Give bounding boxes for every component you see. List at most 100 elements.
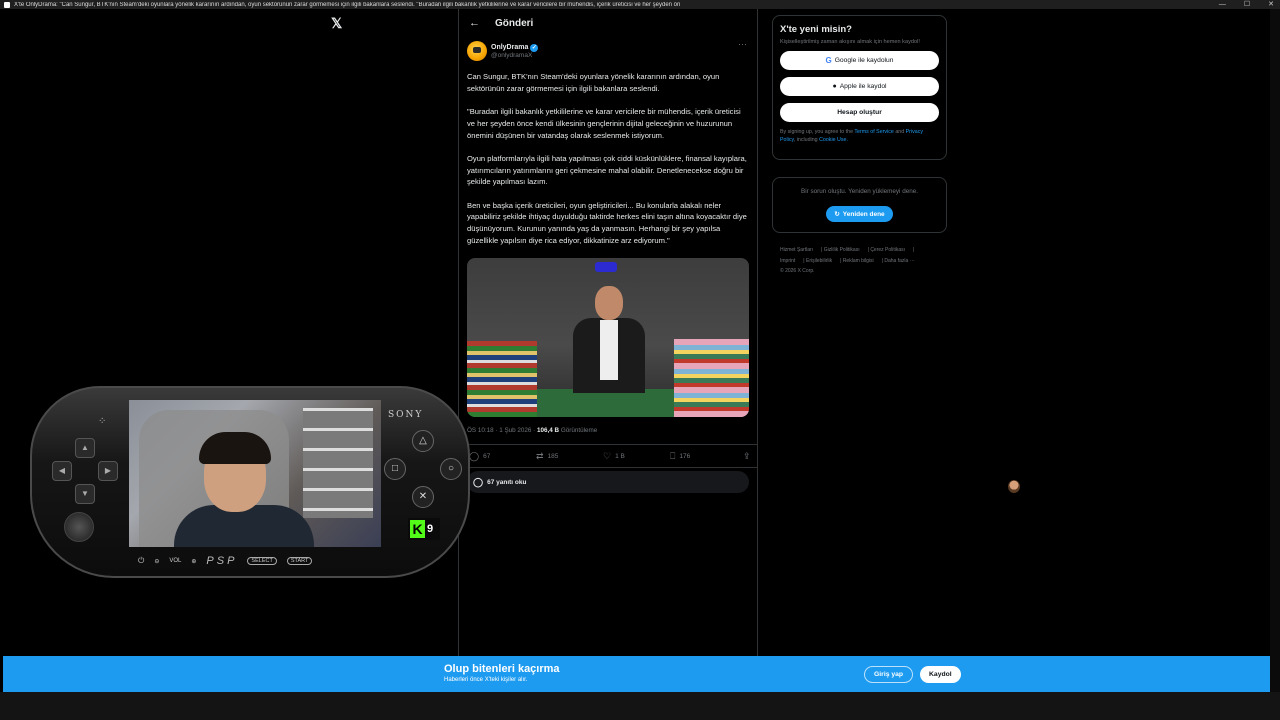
back-arrow-icon[interactable]: ← bbox=[469, 17, 495, 29]
page-title: Gönderi bbox=[495, 17, 534, 29]
psp-logo: PSP bbox=[206, 555, 238, 567]
retry-button[interactable]: ↻ Yeniden dene bbox=[826, 206, 893, 222]
footer-link[interactable]: Çerez Politikası bbox=[870, 247, 905, 253]
reply-count: 67 bbox=[483, 452, 491, 460]
small-face-sticker bbox=[1008, 480, 1020, 493]
heart-icon: ♡ bbox=[603, 450, 612, 461]
reply-icon: ◯ bbox=[469, 450, 480, 461]
google-signup-button[interactable]: G Google ile kaydolun bbox=[780, 51, 939, 70]
bookmark-icon: ⎕ bbox=[670, 450, 676, 461]
bookmark-button[interactable]: ⎕ 176 bbox=[670, 451, 737, 462]
read-replies-label: 67 yanıtı oku bbox=[487, 478, 527, 486]
tweet-author: OnlyDrama ✓ @onlydramaX ··· bbox=[459, 37, 757, 61]
kick-logo-icon: K bbox=[410, 520, 425, 538]
legal-text: , including bbox=[793, 136, 820, 143]
dpad-right-icon: ▶ bbox=[98, 461, 118, 481]
google-icon: G bbox=[825, 56, 832, 65]
create-account-button[interactable]: Hesap oluştur bbox=[780, 103, 939, 122]
reply-button[interactable]: ◯ 67 bbox=[469, 451, 536, 462]
main-column: ← Gönderi OnlyDrama ✓ @onlydramaX ··· Ca… bbox=[458, 9, 758, 657]
psp-analog-stick bbox=[64, 512, 94, 542]
terms-link[interactable]: Terms of Service bbox=[854, 129, 893, 135]
share-button[interactable]: ⇪ bbox=[743, 451, 751, 462]
error-message: Bir sorun oluştu. Yeniden yüklemeyi dene… bbox=[801, 188, 918, 195]
legal-text: and bbox=[893, 129, 906, 135]
signup-card: X'te yeni misin? Kişiselleştirilmiş zama… bbox=[772, 15, 947, 160]
verified-badge-icon: ✓ bbox=[530, 43, 539, 52]
signup-title: X'te yeni misin? bbox=[780, 24, 852, 35]
square-button-icon: □ bbox=[384, 458, 406, 480]
author-avatar[interactable] bbox=[467, 41, 487, 61]
kick-badge: K 9 bbox=[408, 518, 440, 540]
login-button[interactable]: Giriş yap bbox=[864, 666, 914, 683]
psp-vol-label: VOL bbox=[169, 558, 182, 564]
bookmark-count: 176 bbox=[679, 452, 691, 460]
minimize-button[interactable]: — bbox=[1219, 0, 1226, 9]
webcam-person-torso bbox=[174, 505, 314, 547]
video-lamp bbox=[595, 262, 617, 273]
close-window-button[interactable]: ✕ bbox=[1268, 0, 1274, 9]
signup-button[interactable]: Kaydol bbox=[920, 666, 961, 683]
psp-face-buttons: △ □ ○ ✕ bbox=[384, 430, 462, 508]
footer-link[interactable]: Imprint bbox=[780, 258, 795, 264]
cookie-link[interactable]: Cookie Use. bbox=[819, 137, 848, 143]
x-logo-icon[interactable]: 𝕏 bbox=[331, 16, 345, 30]
legal-text: By signing up, you agree to the bbox=[780, 129, 855, 135]
retry-label: Yeniden dene bbox=[842, 210, 885, 218]
tweet-time[interactable]: ÖS 10:18 · 1 Şub 2026 · bbox=[467, 427, 537, 434]
video-person-shirt bbox=[600, 320, 618, 381]
speech-bubble-icon: ◯ bbox=[473, 476, 484, 487]
scrollbar[interactable] bbox=[1270, 9, 1280, 692]
copyright: © 2026 X Corp. bbox=[780, 268, 815, 274]
footer-link[interactable]: Gizlilik Politikası bbox=[824, 247, 860, 253]
author-handle[interactable]: @onlydramaX bbox=[491, 52, 538, 59]
window-title-bar: X'te OnlyDrama: "Can Sungur, BTK'nın Ste… bbox=[0, 0, 1280, 9]
psp-bottom-controls: ⏻ ⊖ VOL ⊕ PSP SELECT START bbox=[128, 552, 380, 570]
tweet-timestamp: ÖS 10:18 · 1 Şub 2026 · 106,4 B Görüntül… bbox=[459, 417, 757, 434]
read-replies-button[interactable]: ◯ 67 yanıtı oku bbox=[467, 471, 749, 494]
footer-link[interactable]: Reklam bilgisi bbox=[843, 258, 874, 264]
tweet-paragraph: Oyun platformlarıyla ilgili hata yapılma… bbox=[467, 153, 747, 187]
x-app-icon bbox=[4, 1, 10, 8]
like-count: 1 B bbox=[615, 452, 625, 460]
repost-button[interactable]: ⇄ 185 bbox=[536, 451, 603, 462]
repost-icon: ⇄ bbox=[536, 450, 544, 461]
apple-signup-button[interactable]: ● Apple ile kaydol bbox=[780, 77, 939, 96]
post-header: ← Gönderi bbox=[459, 9, 757, 37]
video-table bbox=[537, 389, 674, 418]
psp-start-label: START bbox=[286, 557, 313, 565]
footer-link[interactable]: Daha fazla ··· bbox=[884, 258, 914, 264]
signup-legal-text: By signing up, you agree to the Terms of… bbox=[780, 129, 939, 144]
footer-link[interactable]: Erişilebilirlik bbox=[806, 258, 832, 264]
taskbar-strip bbox=[0, 692, 1280, 720]
psp-home-icon: ⁘ bbox=[98, 416, 107, 427]
more-options-icon[interactable]: ··· bbox=[738, 39, 747, 49]
video-person-head bbox=[595, 286, 623, 321]
circle-button-icon: ○ bbox=[440, 458, 462, 480]
author-name-row[interactable]: OnlyDrama ✓ bbox=[491, 43, 539, 52]
psp-select-label: SELECT bbox=[247, 557, 277, 565]
tweet-video-thumbnail[interactable] bbox=[467, 258, 749, 418]
signup-subtitle: Kişiselleştirilmiş zaman akışını almak i… bbox=[780, 39, 920, 45]
video-books-left bbox=[467, 341, 537, 418]
refresh-icon: ↻ bbox=[834, 211, 840, 218]
video-books-right bbox=[674, 339, 749, 418]
dpad-up-icon: ▲ bbox=[75, 438, 95, 458]
banner-subtitle: Haberleri önce X'teki kişiler alır. bbox=[444, 677, 528, 683]
dpad-down-icon: ▼ bbox=[75, 484, 95, 504]
psp-webcam-overlay: K 9 SONY ⁘ ▲ ◀ ▶ ▼ △ □ ○ ✕ ⏻ ⊖ VOL ⊕ PSP… bbox=[30, 386, 470, 578]
maximize-button[interactable]: ☐ bbox=[1244, 0, 1250, 9]
volume-plus-icon: ⊕ bbox=[191, 558, 197, 565]
tweet-actions: ◯ 67 ⇄ 185 ♡ 1 B ⎕ 176 ⇪ bbox=[459, 444, 757, 469]
repost-count: 185 bbox=[547, 452, 559, 460]
footer-link[interactable]: Hizmet Şartları bbox=[780, 247, 813, 253]
view-count: 106,4 B bbox=[537, 427, 560, 435]
apple-signup-label: Apple ile kaydol bbox=[839, 83, 887, 90]
author-name[interactable]: OnlyDrama bbox=[491, 44, 528, 51]
sony-logo: SONY bbox=[388, 410, 424, 420]
psp-dpad: ▲ ◀ ▶ ▼ bbox=[52, 438, 118, 504]
sidebar-footer-links: Hizmet Şartları | Gizlilik Politikası | Çe… bbox=[780, 247, 915, 274]
window-title: X'te OnlyDrama: "Can Sungur, BTK'nın Ste… bbox=[14, 1, 681, 8]
like-button[interactable]: ♡ 1 B bbox=[603, 451, 670, 462]
volume-minus-icon: ⊖ bbox=[154, 558, 160, 565]
